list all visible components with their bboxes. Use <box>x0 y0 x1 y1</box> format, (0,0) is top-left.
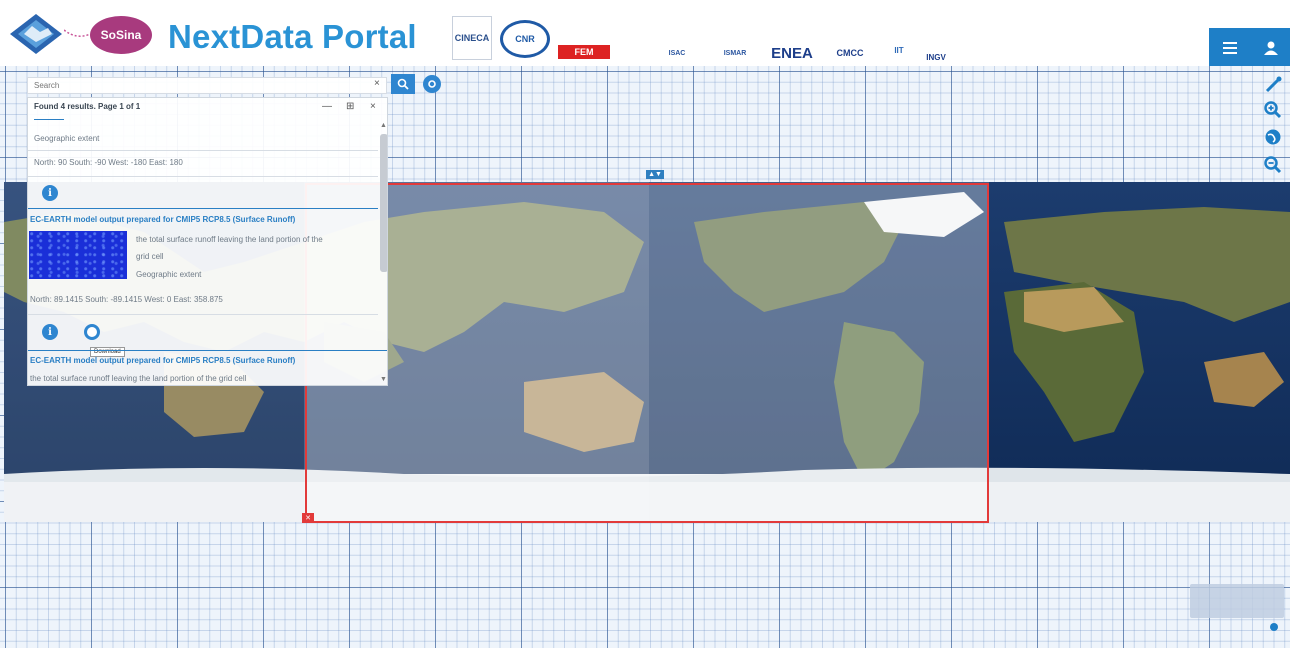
scroll-down-arrow[interactable]: ▼ <box>380 376 387 383</box>
info-icon[interactable]: i <box>42 185 58 201</box>
nextdata-logo <box>10 14 62 54</box>
extent-label: Geographic extent <box>34 134 100 143</box>
user-icon <box>1263 41 1278 55</box>
download-icon[interactable] <box>84 324 100 340</box>
partner-logo-enea: ENEA <box>771 44 813 62</box>
section-divider <box>28 314 378 315</box>
result-extent-label: Geographic extent <box>136 270 202 279</box>
zoom-in-icon <box>1264 101 1282 119</box>
result-description: the total surface runoff leaving the lan… <box>30 374 247 383</box>
menu-icon <box>1222 42 1237 54</box>
partner-logo-cmcc: CMCC <box>836 48 864 58</box>
bbox-resize-handle[interactable]: ✕ <box>302 513 314 523</box>
tab-underline <box>34 119 64 120</box>
globe-icon <box>1265 129 1281 145</box>
partner-logo-ismar: ISMAR <box>723 49 747 57</box>
globe-button[interactable] <box>1262 126 1284 148</box>
section-divider <box>28 150 378 151</box>
search-icon <box>397 78 409 90</box>
search-input[interactable] <box>27 77 387 94</box>
partner-logo-cnr: CNR <box>500 20 550 58</box>
partner-logo-iit: IIT <box>894 45 904 55</box>
result-title[interactable]: EC-EARTH model output prepared for CMIP5… <box>30 215 295 224</box>
selection-bounding-box[interactable] <box>305 183 989 523</box>
measure-icon <box>1265 76 1282 93</box>
portal-header: SoSina NextData Portal CINECA CNR FEM IS… <box>0 0 1290 68</box>
extent-values: North: 90 South: -90 West: -180 East: 18… <box>34 158 183 167</box>
result-divider <box>28 208 378 209</box>
result-divider <box>28 350 387 351</box>
zoom-out-button[interactable] <box>1262 154 1284 176</box>
partner-logo-isac: ISAC <box>668 49 686 57</box>
page-title: NextData Portal <box>168 18 417 55</box>
panel-close-button[interactable]: × <box>370 101 376 112</box>
partner-logo-cineca: CINECA <box>452 16 492 60</box>
result-title[interactable]: EC-EARTH model output prepared for CMIP5… <box>30 356 295 365</box>
bbox-move-handle[interactable]: ▲▼ <box>646 170 664 179</box>
result-description: the total surface runoff leaving the lan… <box>136 235 323 244</box>
settings-icon <box>428 80 436 88</box>
result-description: grid cell <box>136 252 164 261</box>
panel-minimize-button[interactable]: — <box>322 101 332 112</box>
results-summary: Found 4 results. Page 1 of 1 <box>34 102 141 111</box>
search-clear-icon[interactable]: × <box>374 78 380 89</box>
connector-dots-icon <box>64 29 90 37</box>
scroll-up-arrow[interactable]: ▲ <box>380 122 387 129</box>
map-scale-control <box>1190 584 1284 618</box>
menu-button[interactable] <box>1209 28 1250 68</box>
section-divider <box>28 176 378 177</box>
search-options-button[interactable] <box>423 75 441 93</box>
zoom-in-button[interactable] <box>1262 99 1284 121</box>
user-button[interactable] <box>1250 28 1290 68</box>
sosina-logo: SoSina <box>90 16 152 54</box>
result-extent: North: 89.1415 South: -89.1415 West: 0 E… <box>30 295 223 304</box>
zoom-out-icon <box>1264 156 1282 174</box>
info-icon[interactable]: i <box>42 324 58 340</box>
partner-logo-ingv: INGV <box>926 53 946 62</box>
search-results-panel: Found 4 results. Page 1 of 1 — ⊞ × Geogr… <box>27 97 388 386</box>
panel-maximize-button[interactable]: ⊞ <box>346 101 354 112</box>
measure-tool-button[interactable] <box>1262 74 1284 96</box>
result-thumbnail[interactable] <box>29 231 127 279</box>
search-button[interactable] <box>391 74 415 94</box>
panel-scrollbar[interactable] <box>380 134 387 272</box>
attribution-toggle[interactable] <box>1270 623 1278 631</box>
partner-logo-fem: FEM <box>558 45 610 59</box>
